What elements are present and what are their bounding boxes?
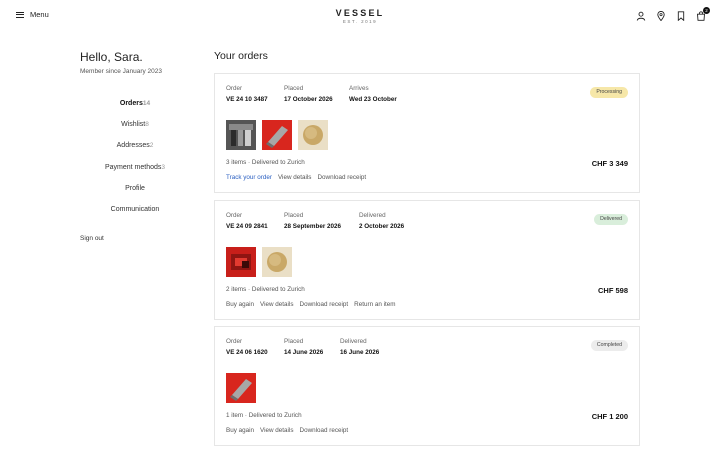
sidebar-item-communication[interactable]: Communication — [80, 206, 190, 227]
sidebar-item-profile[interactable]: Profile — [80, 185, 190, 206]
sidebar-item-orders[interactable]: Orders 14 — [80, 100, 190, 121]
sidebar-item-addresses[interactable]: Addresses 2 — [80, 142, 190, 163]
order-total: CHF 598 — [597, 286, 628, 295]
delivered-label: Delivered — [359, 212, 386, 219]
sidebar-item-count: 2 — [149, 142, 154, 150]
sidebar-item-payment-methods[interactable]: Payment methods 3 — [80, 164, 190, 185]
order-total: CHF 1 200 — [591, 412, 628, 421]
track-order-link[interactable]: Track your order — [226, 174, 272, 181]
placed-date: 14 June 2026 — [284, 349, 324, 356]
sidebar-item-label: Addresses — [116, 142, 150, 150]
delivered-date: 2 October 2026 — [359, 223, 405, 230]
shopping-bag-icon[interactable]: 2 — [696, 7, 710, 21]
status-badge: Processing — [590, 87, 628, 98]
view-details-link[interactable]: View details — [278, 174, 312, 181]
sidebar-item-label: Communication — [110, 205, 160, 213]
order-summary: 1 item · Delivered to Zurich — [226, 412, 302, 419]
placed-date: 17 October 2026 — [284, 96, 333, 103]
product-thumbnail[interactable] — [226, 247, 256, 277]
order-number: VE 24 09 2841 — [226, 223, 268, 230]
order-card: Order VE 24 09 2841 Placed 28 September … — [214, 200, 640, 320]
account-greeting: Hello, Sara. — [80, 50, 143, 64]
buy-again-link[interactable]: Buy again — [226, 301, 254, 308]
order-number: VE 24 10 3487 — [226, 96, 268, 103]
placed-label: Placed — [284, 212, 304, 219]
order-number-label: Order — [226, 85, 243, 92]
delivered-date: 16 June 2026 — [340, 349, 380, 356]
order-summary: 2 items · Delivered to Zurich — [226, 286, 305, 293]
page-title: Your orders — [214, 50, 268, 62]
delivered-label: Delivered — [340, 338, 367, 345]
sign-out-link[interactable]: Sign out — [80, 235, 104, 242]
product-thumbnail[interactable] — [262, 247, 292, 277]
sidebar-item-label: Payment methods — [104, 163, 162, 171]
download-receipt-link[interactable]: Download receipt — [317, 174, 366, 181]
sidebar-item-count: 3 — [161, 163, 166, 171]
account-icon[interactable] — [636, 11, 646, 21]
order-summary: 3 items · Delivered to Zurich — [226, 159, 305, 166]
brand-logo[interactable]: VESSEL EST. 2019 — [0, 8, 720, 24]
product-thumbnail[interactable] — [226, 120, 256, 150]
view-details-link[interactable]: View details — [260, 427, 294, 434]
product-thumbnail[interactable] — [226, 373, 256, 403]
cart-count-badge: 2 — [703, 7, 710, 14]
product-thumbnail[interactable] — [262, 120, 292, 150]
placed-label: Placed — [284, 85, 304, 92]
order-number-label: Order — [226, 338, 243, 345]
status-badge: Delivered — [594, 214, 628, 225]
sidebar-item-label: Orders — [119, 100, 143, 107]
site-header: Menu VESSEL EST. 2019 2 — [0, 0, 720, 32]
order-card: Order VE 24 10 3487 Placed 17 October 20… — [214, 73, 640, 193]
account-sidebar-nav: Orders 14 Wishlist 8 Addresses 2 Payment me… — [80, 100, 190, 227]
sidebar-item-label: Wishlist — [121, 121, 146, 129]
order-total: CHF 3 349 — [591, 159, 628, 168]
download-receipt-link[interactable]: Download receipt — [300, 427, 349, 434]
brand-tagline: EST. 2019 — [342, 19, 378, 24]
member-since: Member since January 2023 — [80, 68, 163, 75]
order-card: Order VE 24 06 1620 Placed 14 June 2026 … — [214, 326, 640, 446]
sidebar-item-label: Profile — [125, 184, 145, 192]
brand-name: VESSEL — [335, 8, 385, 18]
download-receipt-link[interactable]: Download receipt — [300, 301, 349, 308]
status-badge: Completed — [590, 340, 628, 351]
sidebar-item-wishlist[interactable]: Wishlist 8 — [80, 121, 190, 142]
sidebar-item-count: 8 — [145, 121, 149, 129]
return-item-link[interactable]: Return an item — [354, 301, 395, 308]
view-details-link[interactable]: View details — [260, 301, 294, 308]
placed-date: 28 September 2026 — [284, 223, 342, 230]
sidebar-item-count: 14 — [142, 100, 151, 107]
bookmark-icon[interactable] — [676, 11, 686, 21]
placed-label: Placed — [284, 338, 304, 345]
buy-again-link[interactable]: Buy again — [226, 427, 254, 434]
location-pin-icon[interactable] — [656, 11, 666, 21]
order-number: VE 24 06 1620 — [226, 349, 268, 356]
product-thumbnail[interactable] — [298, 120, 328, 150]
arrival-date: Wed 23 October — [349, 96, 397, 103]
order-number-label: Order — [226, 212, 243, 219]
arrives-label: Arrives — [349, 85, 369, 92]
